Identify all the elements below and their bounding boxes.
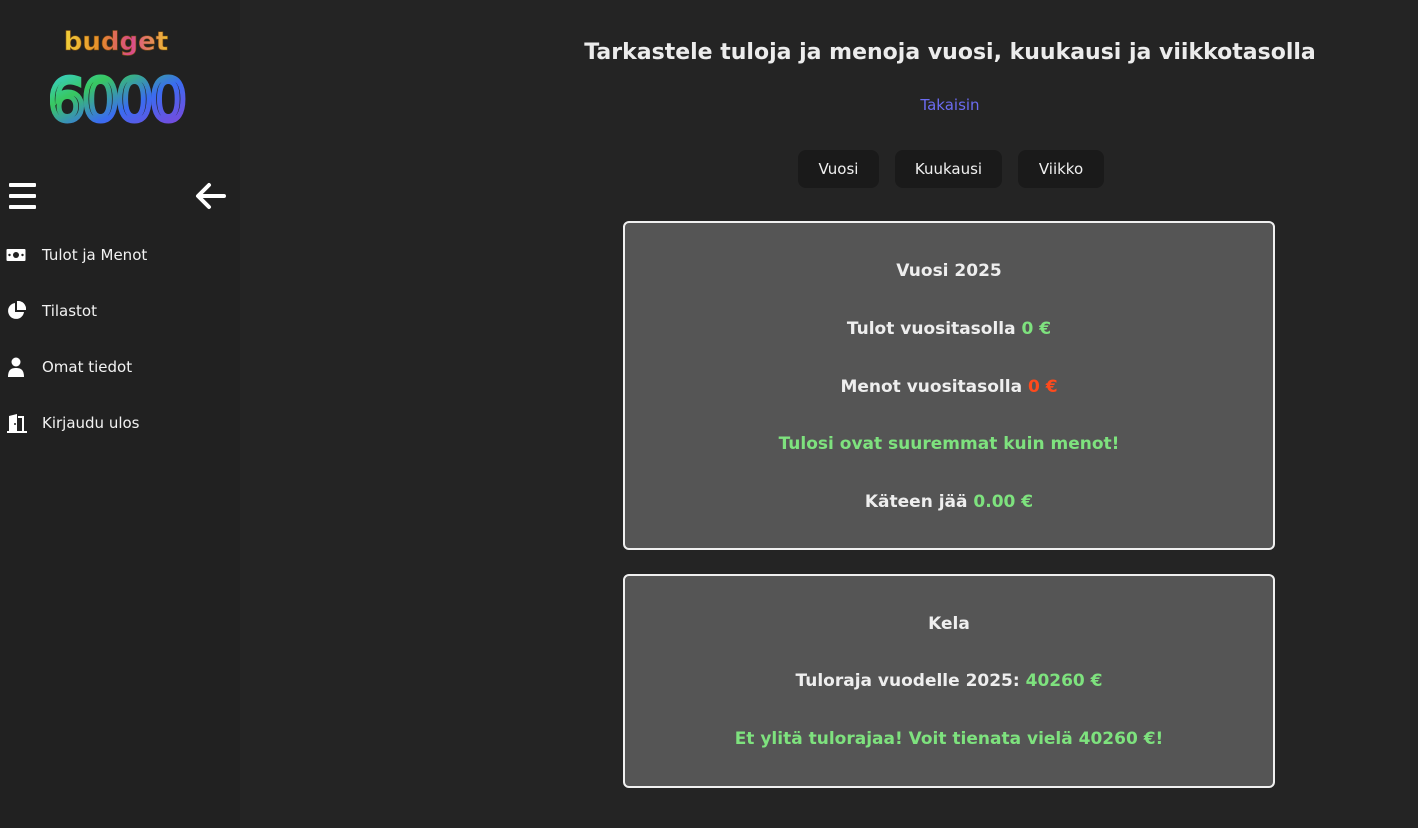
sidebar-item-label: Tulot ja Menot <box>42 246 148 264</box>
expense-value: 0 € <box>1027 377 1058 397</box>
income-limit-value: 40260 € <box>1025 671 1103 691</box>
income-row: Tulot vuositasolla 0 € <box>625 319 1273 339</box>
money-icon <box>6 245 28 265</box>
arrow-left-icon[interactable] <box>194 181 226 211</box>
page-title: Tarkastele tuloja ja menoja vuosi, kuuka… <box>584 40 1316 65</box>
card-title: Vuosi 2025 <box>896 261 1002 281</box>
tab-viikko[interactable]: Viikko <box>1018 150 1104 188</box>
sidebar-item-tulot-ja-menot[interactable]: Tulot ja Menot <box>6 243 147 267</box>
tab-kuukausi[interactable]: Kuukausi <box>895 150 1002 188</box>
sidebar-item-omat-tiedot[interactable]: Omat tiedot <box>6 355 132 379</box>
pie-chart-icon <box>6 301 28 321</box>
kela-status-message: Et ylitä tulorajaa! Voit tienata vielä 4… <box>734 729 1164 749</box>
card-title: Kela <box>928 614 970 634</box>
sidebar-item-label: Omat tiedot <box>42 358 133 376</box>
income-limit-label: Tuloraja vuodelle 2025: <box>795 671 1020 691</box>
logo-number: 6000 <box>50 66 184 132</box>
door-exit-icon <box>6 413 28 433</box>
logo-word: budget <box>64 27 168 57</box>
sidebar: budget 6000 Tulot ja Menot Tilastot Omat… <box>0 0 240 828</box>
back-link[interactable]: Takaisin <box>880 96 1020 114</box>
budget-6000-logo: budget 6000 <box>50 27 189 132</box>
sidebar-item-kirjaudu-ulos[interactable]: Kirjaudu ulos <box>6 411 140 435</box>
remaining-row: Käteen jää 0.00 € <box>625 492 1273 512</box>
user-icon <box>6 357 28 377</box>
hamburger-icon[interactable] <box>9 183 36 209</box>
remaining-value: 0.00 € <box>973 492 1034 512</box>
income-label: Tulot vuositasolla <box>846 319 1016 339</box>
remaining-label: Käteen jää <box>864 492 968 512</box>
year-summary-card: Vuosi 2025 Tulot vuositasolla 0 € Menot … <box>623 221 1275 550</box>
expense-row: Menot vuositasolla 0 € <box>625 377 1273 397</box>
income-value: 0 € <box>1021 319 1052 339</box>
income-limit-row: Tuloraja vuodelle 2025: 40260 € <box>625 671 1273 691</box>
status-message: Tulosi ovat suuremmat kuin menot! <box>778 434 1120 454</box>
sidebar-item-label: Tilastot <box>42 302 97 320</box>
sidebar-item-label: Kirjaudu ulos <box>42 414 140 432</box>
expense-label: Menot vuositasolla <box>840 377 1023 397</box>
tab-vuosi[interactable]: Vuosi <box>798 150 879 188</box>
kela-card: Kela Tuloraja vuodelle 2025: 40260 € Et … <box>623 574 1275 788</box>
sidebar-item-tilastot[interactable]: Tilastot <box>6 299 97 323</box>
